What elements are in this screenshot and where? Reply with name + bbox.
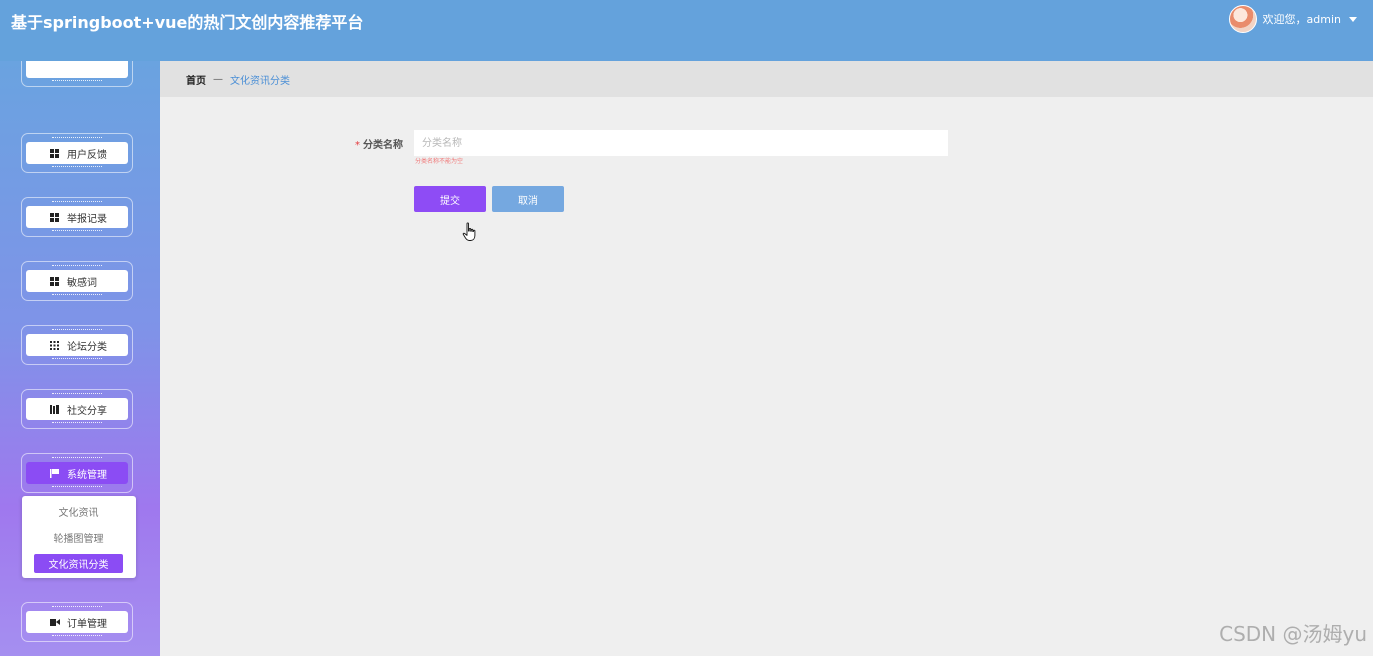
sidebar-item-label: 敏感词 (67, 277, 97, 289)
category-name-label-text: 分类名称 (363, 140, 403, 151)
grid-icon (50, 212, 59, 222)
video-icon (50, 617, 60, 627)
sidebar-item-label: 订单管理 (67, 618, 107, 630)
book-icon (50, 404, 59, 414)
top-header: 基于springboot+vue的热门文创内容推荐平台 欢迎您，admin (0, 0, 1373, 61)
app-title: 基于springboot+vue的热门文创内容推荐平台 (11, 13, 364, 32)
sidebar-item-label: 论坛分类 (67, 341, 107, 353)
breadcrumb-home[interactable]: 首页 (186, 72, 206, 87)
required-mark: * (355, 140, 360, 151)
watermark: CSDN @汤姆yu (1219, 622, 1367, 646)
submenu-item-news-category[interactable]: 文化资讯分类 (34, 554, 123, 573)
sidebar-item-forum-category[interactable]: 论坛分类 (21, 325, 133, 365)
flag-icon (50, 468, 59, 478)
submenu-item-carousel[interactable]: 轮播图管理 (34, 528, 123, 547)
sidebar-item-label: 举报记录 (67, 213, 107, 225)
sidebar-item-label: 系统管理 (67, 469, 107, 481)
welcome-text[interactable]: 欢迎您，admin (1263, 11, 1341, 27)
sidebar-item-social-share[interactable]: 社交分享 (21, 389, 133, 429)
sidebar-item-reports[interactable]: 举报记录 (21, 197, 133, 237)
sidebar-item-sensitive-words[interactable]: 敏感词 (21, 261, 133, 301)
cancel-button[interactable]: 取消 (492, 186, 564, 212)
breadcrumb-current: 文化资讯分类 (230, 75, 290, 87)
category-name-label: * 分类名称 (355, 136, 403, 151)
sidebar-item-system-management[interactable]: 系统管理 (21, 453, 133, 493)
sidebar-item-label: 社交分享 (67, 405, 107, 417)
sidebar: 用户反馈 举报记录 敏感词 论坛分类 社交分享 系统管理 文化资讯 轮播图管理 … (0, 61, 160, 656)
breadcrumb: 首页 — 文化资讯分类 (160, 61, 1373, 97)
grid-icon (50, 148, 59, 158)
sidebar-item-feedback[interactable]: 用户反馈 (21, 133, 133, 173)
category-name-input[interactable] (414, 130, 948, 156)
grid-icon (50, 276, 59, 286)
sidebar-item-label: 用户反馈 (67, 149, 107, 161)
hand-cursor-icon (462, 222, 476, 241)
caret-down-icon[interactable] (1349, 16, 1357, 22)
grid9-icon (50, 340, 59, 350)
submit-button[interactable]: 提交 (414, 186, 486, 212)
submenu-item-culture-news[interactable]: 文化资讯 (34, 502, 123, 521)
validation-error: 分类名称不能为空 (415, 158, 464, 165)
avatar[interactable] (1228, 5, 1257, 33)
sidebar-item-partial[interactable] (21, 61, 133, 87)
submenu-system-management: 文化资讯 轮播图管理 文化资讯分类 (22, 496, 136, 578)
sidebar-item-orders[interactable]: 订单管理 (21, 602, 133, 642)
user-menu[interactable]: 欢迎您，admin (1228, 5, 1357, 33)
breadcrumb-separator: — (213, 73, 223, 85)
